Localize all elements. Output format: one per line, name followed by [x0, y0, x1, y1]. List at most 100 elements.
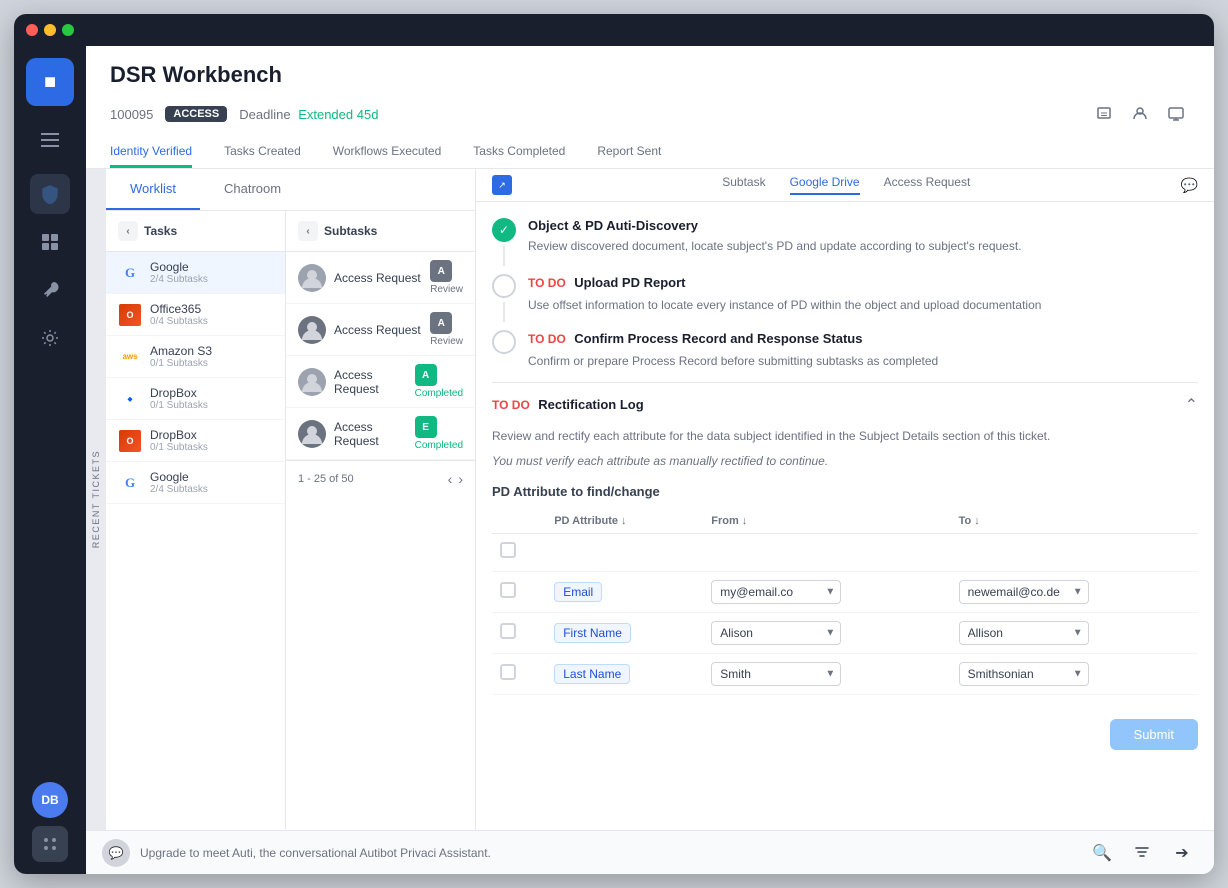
subtask-left-2: Access Request [298, 316, 421, 344]
tab-report-sent[interactable]: Report Sent [597, 144, 661, 168]
to-lastname-wrapper: Smithsonian ▼ [959, 662, 1089, 686]
task-item-amazons3[interactable]: aws Amazon S3 0/1 Subtasks [106, 336, 285, 378]
task-item-google-2[interactable]: G Google 2/4 Subtasks [106, 462, 285, 504]
expand-button[interactable]: ↗ [492, 175, 512, 195]
tab-worklist[interactable]: Worklist [106, 169, 200, 210]
table-row-email: Email my@email.co ▼ [492, 572, 1198, 613]
comment-icon[interactable]: 💬 [1181, 177, 1198, 194]
search-bottom-icon[interactable]: 🔍 [1086, 837, 1118, 869]
subtask-item-2[interactable]: Access Request A Review [286, 304, 475, 356]
tasks-back-arrow[interactable]: ‹ [118, 221, 138, 241]
sidebar-icon-shield[interactable] [30, 174, 70, 214]
to-firstname-select[interactable]: Allison [959, 621, 1089, 645]
subtask-status-text-3: Completed [415, 388, 463, 399]
tab-identity-verified[interactable]: Identity Verified [110, 144, 192, 168]
snav-tab-googledrive[interactable]: Google Drive [790, 175, 860, 195]
logo[interactable]: ■ [26, 58, 74, 106]
user-icon[interactable] [1126, 100, 1154, 128]
task-item-google-1[interactable]: G Google 2/4 Subtasks [106, 252, 285, 294]
tab-tasks-completed[interactable]: Tasks Completed [473, 144, 565, 168]
submit-button[interactable]: Submit [1110, 719, 1198, 750]
subtask-item-3[interactable]: Access Request A Completed [286, 356, 475, 408]
to-lastname-select[interactable]: Smithsonian [959, 662, 1089, 686]
bottom-right-icons: 🔍 ➔ [1086, 837, 1198, 869]
col-header-to: To ↓ [951, 509, 1198, 534]
to-firstname-wrapper: Allison ▼ [959, 621, 1089, 645]
checkbox-lastname[interactable] [500, 664, 516, 680]
checkbox-firstname[interactable] [500, 623, 516, 639]
prev-page-button[interactable]: ‹ [448, 471, 453, 487]
from-email-select[interactable]: my@email.co [711, 580, 841, 604]
bottom-bar: 💬 Upgrade to meet Auti, the conversation… [86, 830, 1214, 874]
snav-tab-accessrequest[interactable]: Access Request [884, 175, 971, 195]
minimize-dot[interactable] [44, 24, 56, 36]
right-panel: ↗ Subtask Google Drive Access Request 💬 [476, 169, 1214, 830]
content-area: DSR Workbench 100095 ACCESS Deadline Ext… [86, 46, 1214, 874]
checkbox-email[interactable] [500, 582, 516, 598]
tab-workflows-executed[interactable]: Workflows Executed [333, 144, 442, 168]
subtask-badge-3: A [415, 364, 437, 386]
task-title-3: Confirm Process Record and Response Stat… [574, 331, 862, 346]
subtask-item-4[interactable]: Access Request E Completed [286, 408, 475, 460]
rectification-section: TO DO Rectification Log ⌃ Review and rec… [492, 382, 1198, 750]
pagination-controls: ‹ › [448, 471, 463, 487]
connector-2 [503, 302, 505, 322]
subtask-avatar-4 [298, 420, 326, 448]
subtask-item-1[interactable]: Access Request A Review [286, 252, 475, 304]
rect-verify: You must verify each attribute as manual… [492, 454, 1198, 468]
connector-1 [503, 246, 505, 266]
monitor-icon[interactable] [1162, 100, 1190, 128]
rect-title-row: TO DO Rectification Log [492, 396, 644, 414]
sidebar-icon-tools[interactable] [30, 270, 70, 310]
tasks-panel: ‹ Tasks G Google 2/4 Subtasks [106, 211, 286, 830]
attr-firstname: First Name [554, 623, 631, 643]
subtask-status-text-2: Review [430, 336, 463, 347]
from-firstname-select[interactable]: Alison [711, 621, 841, 645]
from-lastname-select[interactable]: Smith [711, 662, 841, 686]
table-row-firstname: First Name Alison ▼ [492, 613, 1198, 654]
apps-icon[interactable] [32, 826, 68, 862]
task-sub-dropbox-2: 0/1 Subtasks [150, 442, 208, 453]
google-logo-2: G [118, 471, 142, 495]
hamburger-button[interactable] [32, 122, 68, 158]
tab-chatroom[interactable]: Chatroom [200, 169, 305, 210]
to-email-select[interactable]: newemail@co.de [959, 580, 1089, 604]
sidebar-bottom: DB [32, 782, 68, 862]
collapse-icon[interactable]: ⌃ [1185, 395, 1198, 415]
task-row-3: TO DO Confirm Process Record and Respons… [492, 330, 1198, 370]
close-dot[interactable] [26, 24, 38, 36]
subtask-status-3: A Completed [415, 364, 463, 399]
maximize-dot[interactable] [62, 24, 74, 36]
task-item-dropbox-1[interactable]: ⬩ DropBox 0/1 Subtasks [106, 378, 285, 420]
task-circle-2 [492, 274, 516, 298]
tab-tasks-created[interactable]: Tasks Created [224, 144, 301, 168]
logo-icon: ■ [44, 71, 56, 94]
subtask-label-2: Access Request [334, 323, 421, 337]
user-avatar[interactable]: DB [32, 782, 68, 818]
task-title-1: Object & PD Auti-Discovery [528, 218, 1022, 233]
main-container: ■ [14, 46, 1214, 874]
task-row-2: TO DO Upload PD Report Use offset inform… [492, 274, 1198, 322]
sidebar-icon-dashboard[interactable] [30, 222, 70, 262]
task-name-google-2: Google [150, 470, 208, 484]
task-sub-dropbox-1: 0/1 Subtasks [150, 400, 208, 411]
subtasks-panel: ‹ Subtasks Access Request [286, 211, 475, 830]
filter-bottom-icon[interactable] [1126, 837, 1158, 869]
recent-tickets-tab[interactable]: RECENT TICKETS [86, 169, 106, 830]
download-icon[interactable] [1090, 100, 1118, 128]
ticket-id: 100095 [110, 107, 153, 122]
arrow-bottom-icon[interactable]: ➔ [1166, 837, 1198, 869]
sidebar-icon-settings[interactable] [30, 318, 70, 358]
subtask-avatar-1 [298, 264, 326, 292]
task-sub-amazons3: 0/1 Subtasks [150, 358, 212, 369]
task-desc-2: Use offset information to locate every i… [528, 296, 1041, 314]
subtasks-back-arrow[interactable]: ‹ [298, 221, 318, 241]
checkbox-header[interactable] [500, 542, 516, 558]
subtask-left-4: Access Request [298, 420, 415, 448]
task-item-dropbox-2[interactable]: O DropBox 0/1 Subtasks [106, 420, 285, 462]
task-completed-icon-1: ✓ [492, 218, 516, 242]
snav-tab-subtask[interactable]: Subtask [722, 175, 765, 195]
ticket-info: 100095 ACCESS Deadline Extended 45d [110, 100, 1190, 128]
task-item-office365[interactable]: O Office365 0/4 Subtasks [106, 294, 285, 336]
next-page-button[interactable]: › [458, 471, 463, 487]
